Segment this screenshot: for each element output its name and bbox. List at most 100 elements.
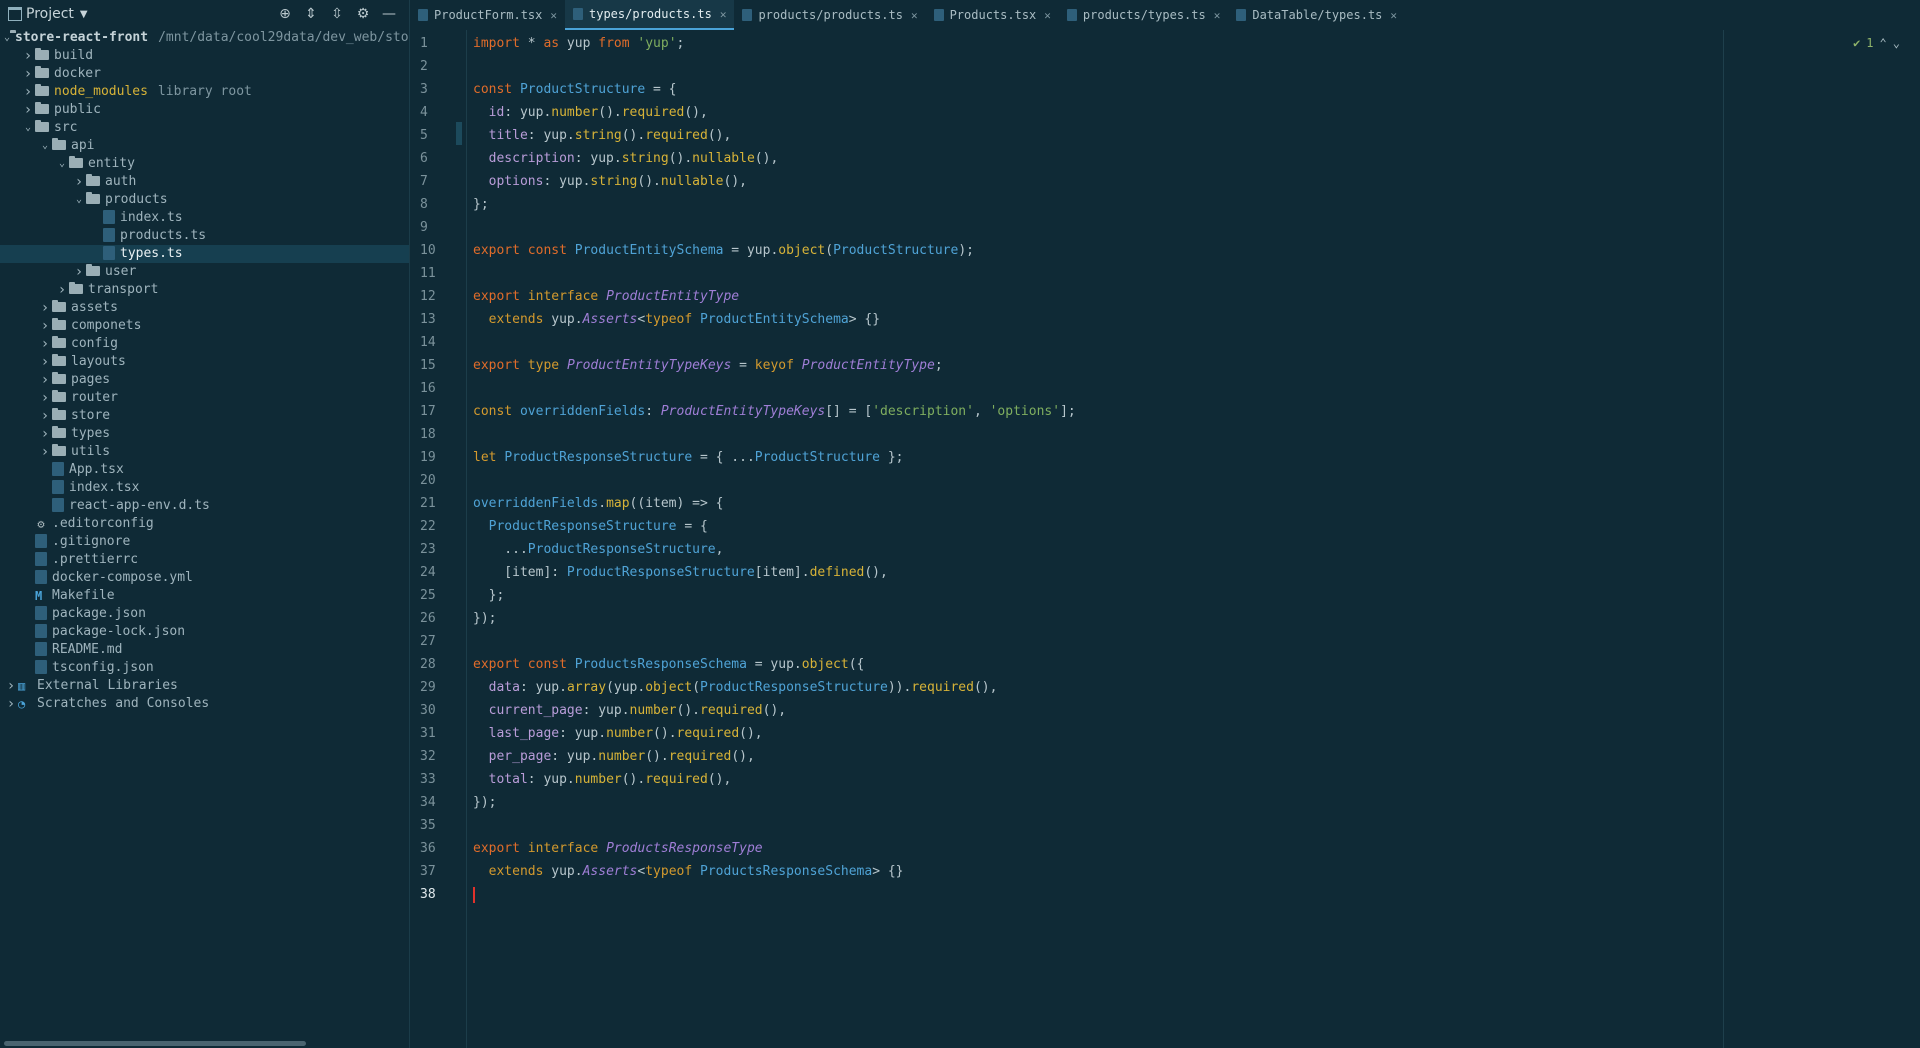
- chevron-right-icon[interactable]: ›: [72, 173, 86, 191]
- close-icon[interactable]: ✕: [911, 9, 918, 22]
- chevron-up-icon[interactable]: ⌃: [1880, 36, 1887, 50]
- tree-item[interactable]: docker-compose.yml: [0, 569, 409, 587]
- code-line[interactable]: last_page: yup.number().required(),: [473, 722, 763, 745]
- code-line[interactable]: current_page: yup.number().required(),: [473, 699, 786, 722]
- tree-root[interactable]: ⌄ store-react-front /mnt/data/cool29data…: [0, 29, 424, 47]
- chevron-down-icon[interactable]: ⌄: [55, 155, 69, 173]
- chevron-right-icon[interactable]: ›: [72, 263, 86, 281]
- tree-item[interactable]: README.md: [0, 641, 409, 659]
- chevron-right-icon[interactable]: ›: [38, 299, 52, 317]
- code-editor[interactable]: 1 2 3 4 5 6 7 8 9 10 11 12 13 14 15 16 17 18 19 20 21 22 23 24 2…: [410, 30, 1920, 1048]
- chevron-right-icon[interactable]: ›: [21, 65, 35, 83]
- editor-tab[interactable]: Products.tsx ✕: [926, 0, 1059, 30]
- tree-item[interactable]: › docker: [0, 65, 409, 83]
- tree-item[interactable]: types.ts: [0, 245, 409, 263]
- code-line[interactable]: };: [473, 584, 505, 607]
- chevron-right-icon[interactable]: ›: [21, 101, 35, 119]
- tree-item[interactable]: › config: [0, 335, 409, 353]
- code-line[interactable]: ...ProductResponseStructure,: [473, 538, 723, 561]
- chevron-right-icon[interactable]: ›: [38, 389, 52, 407]
- code-line[interactable]: extends yup.Asserts<typeof ProductsRespo…: [473, 860, 904, 883]
- code-line[interactable]: });: [473, 607, 496, 630]
- tree-item[interactable]: › build: [0, 47, 409, 65]
- tree-item[interactable]: tsconfig.json: [0, 659, 409, 677]
- horizontal-scrollbar[interactable]: [4, 1041, 306, 1046]
- close-icon[interactable]: ✕: [550, 9, 557, 22]
- chevron-right-icon[interactable]: ›: [4, 677, 18, 695]
- code-line[interactable]: export interface ProductsResponseType: [473, 837, 763, 860]
- gear-icon[interactable]: ⚙: [355, 6, 371, 22]
- collapse-all-icon[interactable]: ⇳: [329, 6, 345, 22]
- code-line[interactable]: export interface ProductEntityType: [473, 285, 739, 308]
- locate-icon[interactable]: ⊕: [277, 6, 293, 22]
- tree-item[interactable]: › componets: [0, 317, 409, 335]
- tree-item[interactable]: › assets: [0, 299, 409, 317]
- expand-all-icon[interactable]: ⇕: [303, 6, 319, 22]
- tree-item[interactable]: › public: [0, 101, 409, 119]
- tree-item[interactable]: index.ts: [0, 209, 409, 227]
- code-line[interactable]: title: yup.string().required(),: [473, 124, 732, 147]
- tree-item[interactable]: › layouts: [0, 353, 409, 371]
- chevron-right-icon[interactable]: ›: [21, 47, 35, 65]
- code-line[interactable]: export type ProductEntityTypeKeys = keyo…: [473, 354, 943, 377]
- tree-item[interactable]: › pages: [0, 371, 409, 389]
- code-line[interactable]: import * as yup from 'yup';: [473, 32, 684, 55]
- tree-item[interactable]: package.json: [0, 605, 409, 623]
- close-icon[interactable]: ✕: [1390, 9, 1397, 22]
- code-line[interactable]: description: yup.string().nullable(),: [473, 147, 779, 170]
- chevron-right-icon[interactable]: ›: [38, 443, 52, 461]
- chevron-down-icon[interactable]: ⌄: [21, 119, 35, 137]
- tree-item[interactable]: › types: [0, 425, 409, 443]
- code-line[interactable]: extends yup.Asserts<typeof ProductEntity…: [473, 308, 880, 331]
- code-line[interactable]: id: yup.number().required(),: [473, 101, 708, 124]
- tree-item[interactable]: ⚙ .editorconfig: [0, 515, 409, 533]
- code-line[interactable]: const ProductStructure = {: [473, 78, 677, 101]
- tree-item[interactable]: ⌄ products: [0, 191, 409, 209]
- chevron-down-icon[interactable]: ⌄: [38, 137, 52, 155]
- tree-item[interactable]: › store: [0, 407, 409, 425]
- chevron-down-icon[interactable]: ▼: [80, 9, 88, 20]
- editor-tab[interactable]: products/types.ts ✕: [1059, 0, 1228, 30]
- tree-item[interactable]: › node_modules library root: [0, 83, 409, 101]
- close-icon[interactable]: ✕: [1214, 9, 1221, 22]
- close-icon[interactable]: ✕: [720, 8, 727, 21]
- code-line[interactable]: };: [473, 193, 489, 216]
- tree-item[interactable]: .gitignore: [0, 533, 409, 551]
- code-line[interactable]: });: [473, 791, 496, 814]
- chevron-right-icon[interactable]: ›: [4, 695, 18, 713]
- code-line[interactable]: export const ProductsResponseSchema = yu…: [473, 653, 864, 676]
- code-line[interactable]: per_page: yup.number().required(),: [473, 745, 755, 768]
- tree-item[interactable]: › router: [0, 389, 409, 407]
- tree-item[interactable]: package-lock.json: [0, 623, 409, 641]
- chevron-down-icon[interactable]: ⌄: [72, 191, 86, 209]
- minimize-icon[interactable]: —: [381, 6, 397, 22]
- tree-item[interactable]: App.tsx: [0, 461, 409, 479]
- chevron-right-icon[interactable]: ›: [38, 407, 52, 425]
- tree-item[interactable]: › auth: [0, 173, 409, 191]
- code-line[interactable]: overriddenFields.map((item) => {: [473, 492, 723, 515]
- code-line[interactable]: total: yup.number().required(),: [473, 768, 732, 791]
- tree-item[interactable]: M Makefile: [0, 587, 409, 605]
- code-line[interactable]: ProductResponseStructure = {: [473, 515, 708, 538]
- tree-item[interactable]: › transport: [0, 281, 409, 299]
- code-line[interactable]: options: yup.string().nullable(),: [473, 170, 747, 193]
- editor-tab[interactable]: products/products.ts ✕: [734, 0, 925, 30]
- tree-item[interactable]: › ◔ Scratches and Consoles: [0, 695, 409, 713]
- tree-item[interactable]: .prettierrc: [0, 551, 409, 569]
- tree-item[interactable]: › ▥ External Libraries: [0, 677, 409, 695]
- inspection-widget[interactable]: ✔ 1 ⌃ ⌄: [1853, 36, 1900, 50]
- chevron-right-icon[interactable]: ›: [38, 353, 52, 371]
- project-title[interactable]: Project: [26, 6, 74, 22]
- editor-tab[interactable]: ProductForm.tsx ✕: [410, 0, 565, 30]
- tree-item[interactable]: ⌄ api: [0, 137, 409, 155]
- editor-tab[interactable]: types/products.ts ✕: [565, 0, 735, 30]
- code-line[interactable]: data: yup.array(yup.object(ProductRespon…: [473, 676, 998, 699]
- editor-tab[interactable]: DataTable/types.ts ✕: [1228, 0, 1405, 30]
- tree-item[interactable]: ⌄ entity: [0, 155, 409, 173]
- chevron-right-icon[interactable]: ›: [38, 335, 52, 353]
- tree-item[interactable]: react-app-env.d.ts: [0, 497, 409, 515]
- chevron-right-icon[interactable]: ›: [38, 317, 52, 335]
- tree-item[interactable]: products.ts: [0, 227, 409, 245]
- code-line[interactable]: let ProductResponseStructure = { ...Prod…: [473, 446, 904, 469]
- code-line[interactable]: export const ProductEntitySchema = yup.o…: [473, 239, 974, 262]
